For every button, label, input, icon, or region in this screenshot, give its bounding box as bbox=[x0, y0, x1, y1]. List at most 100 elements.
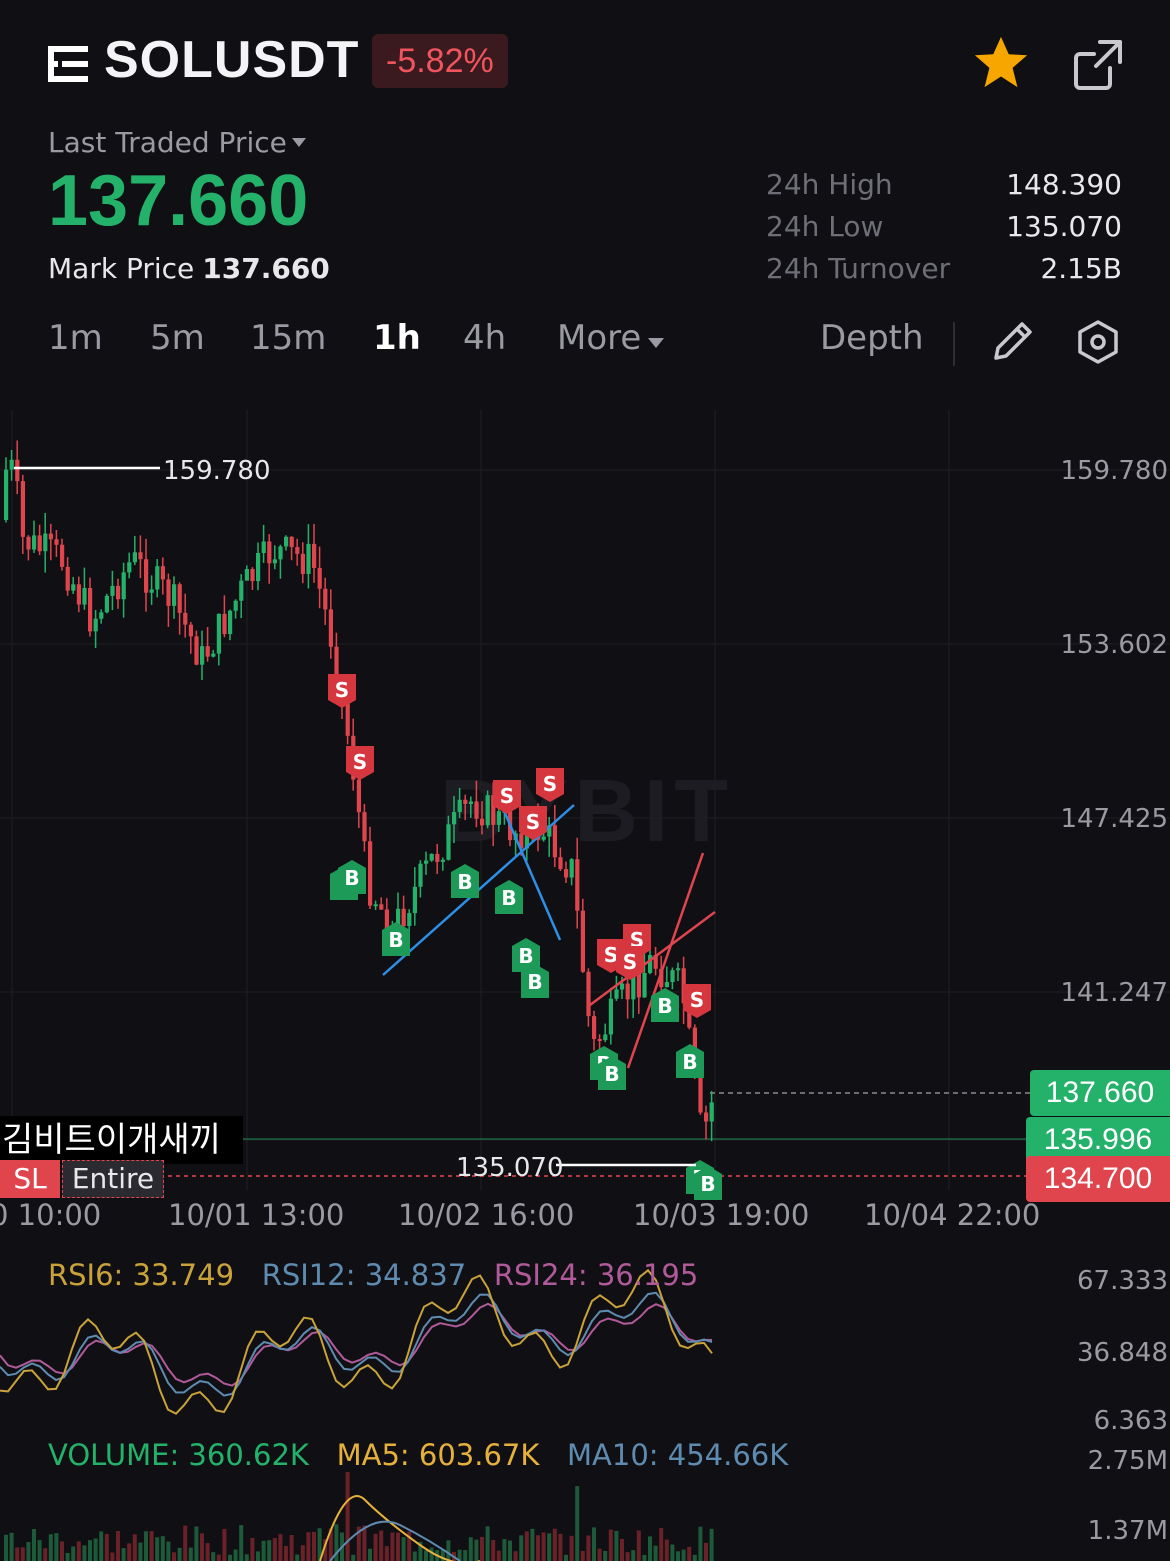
stat-low-value: 135.070 bbox=[1006, 210, 1122, 243]
stop-loss-badge[interactable]: SL bbox=[0, 1160, 60, 1198]
volume-bar bbox=[558, 1533, 563, 1561]
last-price: 137.660 bbox=[48, 161, 309, 241]
rsi6-value: RSI6: 33.749 bbox=[48, 1258, 235, 1292]
candle-body bbox=[177, 584, 182, 613]
symbol-title[interactable]: SOLUSDT bbox=[104, 30, 359, 90]
volume-bar bbox=[15, 1547, 20, 1561]
candle-body bbox=[166, 579, 171, 606]
candle-body bbox=[480, 818, 485, 826]
candle-body bbox=[328, 609, 333, 647]
volume-bar bbox=[93, 1538, 98, 1561]
candle-body bbox=[580, 910, 585, 972]
stop-loss-price-tag[interactable]: 134.700 bbox=[1026, 1156, 1170, 1202]
candle-body bbox=[116, 585, 121, 600]
svg-text:S: S bbox=[690, 988, 704, 1012]
volume-bar bbox=[121, 1548, 126, 1561]
candle-body bbox=[88, 587, 93, 632]
star-icon[interactable] bbox=[972, 34, 1030, 92]
volume-bar bbox=[384, 1546, 389, 1561]
candle-body bbox=[362, 812, 367, 842]
volume-bar bbox=[26, 1542, 31, 1561]
pencil-icon[interactable] bbox=[990, 318, 1036, 364]
candle-body bbox=[452, 812, 457, 825]
volume-bar bbox=[256, 1551, 260, 1561]
position-label[interactable]: 김비트이개새끼 bbox=[0, 1116, 243, 1164]
caret-down-icon[interactable] bbox=[292, 138, 306, 147]
buy-marker: B bbox=[495, 880, 523, 914]
volume-bar bbox=[166, 1541, 171, 1561]
volume-bar bbox=[284, 1545, 288, 1561]
volume-bar bbox=[396, 1532, 400, 1561]
svg-text:B: B bbox=[388, 928, 403, 952]
x-axis-label: 10/04 22:00 bbox=[864, 1198, 1041, 1232]
high-marker-label: 159.780 bbox=[163, 456, 271, 486]
candle-body bbox=[239, 580, 244, 601]
candle-body bbox=[205, 646, 210, 657]
tab-15m[interactable]: 15m bbox=[250, 318, 326, 358]
volume-bar bbox=[620, 1538, 624, 1561]
candlestick-chart[interactable]: SSSSSSSSSBBBBBBBBBBBBB 159.780 135.070 bbox=[0, 400, 1170, 1561]
candle-body bbox=[15, 459, 20, 482]
volume-bar bbox=[547, 1533, 552, 1561]
volume-bar bbox=[519, 1535, 524, 1561]
svg-text:B: B bbox=[518, 944, 533, 968]
candle-body bbox=[121, 572, 126, 600]
volume-bar bbox=[211, 1552, 216, 1561]
volume-bar bbox=[188, 1547, 193, 1561]
tab-1m[interactable]: 1m bbox=[48, 318, 103, 358]
tab-5m[interactable]: 5m bbox=[150, 318, 205, 358]
volume-bar bbox=[368, 1548, 372, 1561]
candle-body bbox=[558, 857, 563, 870]
candle-body bbox=[183, 612, 188, 625]
depth-button[interactable]: Depth bbox=[820, 318, 924, 358]
candle-body bbox=[76, 584, 81, 605]
candle-body bbox=[43, 533, 48, 552]
candle-body bbox=[485, 795, 490, 826]
volume-bar bbox=[698, 1526, 703, 1561]
candle-body bbox=[110, 585, 115, 596]
volume-bar bbox=[149, 1531, 154, 1561]
volume-legend: VOLUME: 360.62K MA5: 603.67K MA10: 454.6… bbox=[48, 1438, 788, 1472]
volume-bar bbox=[9, 1532, 14, 1561]
candle-body bbox=[37, 535, 42, 552]
trade-markers: SSSSSSSSSBBBBBBBBBBBBB bbox=[328, 674, 722, 1200]
volume-bar bbox=[580, 1550, 585, 1561]
stop-loss-scope[interactable]: Entire bbox=[62, 1160, 164, 1198]
price-type-selector[interactable]: Last Traded Price bbox=[48, 126, 287, 159]
candle-body bbox=[233, 600, 238, 611]
rsi-y-label: 6.363 bbox=[1093, 1406, 1168, 1436]
last-price-tag: 137.660 bbox=[1030, 1070, 1170, 1116]
candle-body bbox=[20, 481, 25, 537]
buy-marker: B bbox=[338, 860, 366, 894]
candle-body bbox=[272, 559, 277, 564]
buy-marker: B bbox=[676, 1044, 704, 1078]
external-link-icon[interactable] bbox=[1070, 36, 1126, 92]
volume-bar bbox=[390, 1532, 395, 1561]
candle-body bbox=[564, 869, 569, 878]
volume-bar bbox=[205, 1543, 210, 1561]
candle-body bbox=[614, 989, 619, 999]
volume-bar bbox=[48, 1534, 53, 1561]
tab-4h[interactable]: 4h bbox=[463, 318, 506, 358]
volume-bar bbox=[401, 1537, 406, 1561]
tab-1h[interactable]: 1h bbox=[373, 318, 421, 358]
volume-bar bbox=[692, 1554, 697, 1561]
candle-body bbox=[496, 811, 501, 825]
svg-text:B: B bbox=[682, 1050, 697, 1074]
volume-value: VOLUME: 360.62K bbox=[48, 1438, 309, 1472]
volume-bar bbox=[155, 1537, 160, 1561]
volume-bar bbox=[88, 1540, 92, 1561]
x-axis-label: 10/02 16:00 bbox=[398, 1198, 575, 1232]
rsi12-value: RSI12: 34.837 bbox=[261, 1258, 467, 1292]
rsi24-value: RSI24: 36.195 bbox=[493, 1258, 699, 1292]
list-menu-icon[interactable] bbox=[48, 44, 90, 84]
tab-more[interactable]: More bbox=[557, 318, 641, 358]
svg-text:B: B bbox=[604, 1062, 619, 1086]
gear-icon[interactable] bbox=[1074, 318, 1122, 366]
volume-bar bbox=[664, 1539, 669, 1561]
buy-marker: B bbox=[451, 864, 479, 898]
volume-bar bbox=[138, 1542, 143, 1561]
sell-marker: S bbox=[346, 746, 374, 780]
caret-down-icon[interactable] bbox=[648, 338, 664, 348]
candle-body bbox=[323, 588, 328, 610]
